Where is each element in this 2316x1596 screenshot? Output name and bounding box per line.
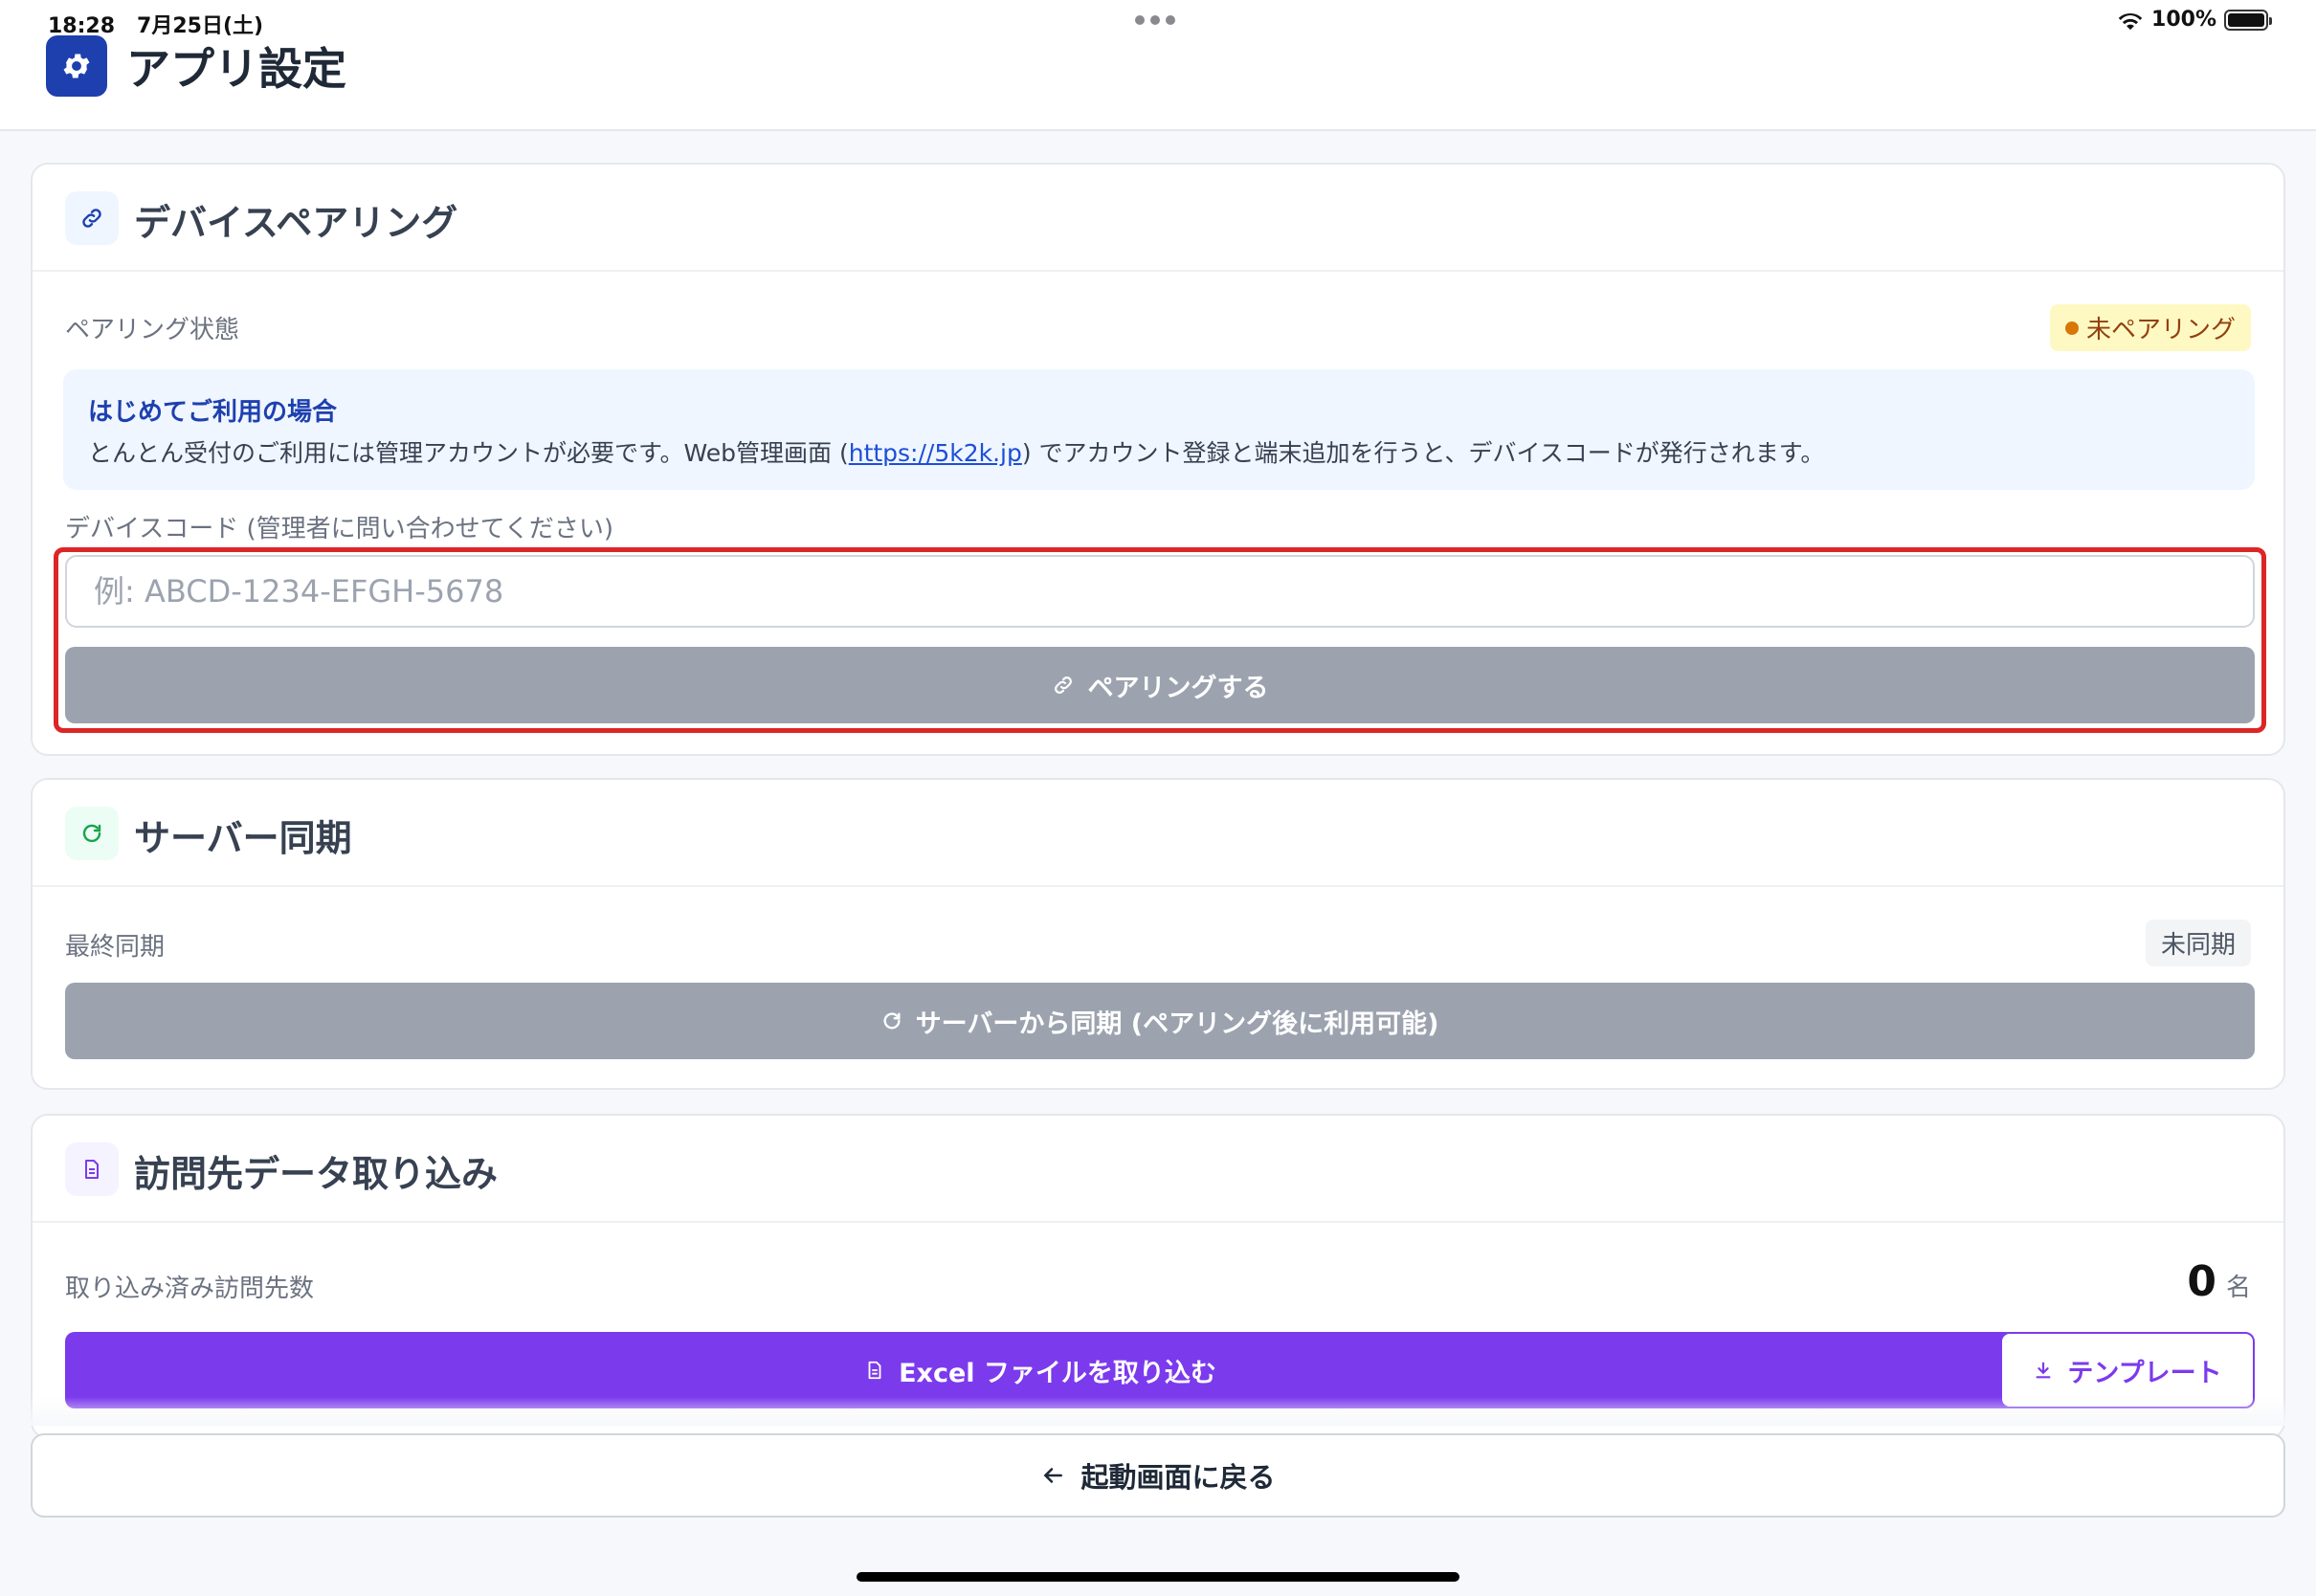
back-button-label: 起動画面に戻る bbox=[1080, 1461, 1276, 1494]
pair-button[interactable]: ペアリングする bbox=[65, 647, 2255, 723]
gear-icon bbox=[46, 35, 107, 97]
import-count-label: 取り込み済み訪問先数 bbox=[65, 1275, 315, 1303]
last-sync-label: 最終同期 bbox=[65, 933, 166, 962]
admin-site-link[interactable]: https://5k2k.jp bbox=[849, 439, 1022, 467]
device-code-label: デバイスコード (管理者に問い合わせてください) bbox=[65, 515, 613, 543]
device-pairing-card: デバイスペアリング ペアリング状態 未ペアリング はじめてご利用の場合 とんとん… bbox=[31, 163, 2285, 756]
download-icon bbox=[2036, 1362, 2051, 1379]
sync-section-title: サーバー同期 bbox=[134, 817, 352, 859]
first-time-info-box: はじめてご利用の場合 とんとん受付のご利用には管理アカウントが必要です。Web管… bbox=[63, 369, 2255, 490]
template-button-label: テンプレート bbox=[2067, 1358, 2222, 1388]
refresh-icon bbox=[883, 1012, 901, 1030]
import-count: 0 名 bbox=[2187, 1257, 2251, 1306]
battery-percent: 100% bbox=[2151, 8, 2216, 32]
refresh-icon bbox=[65, 807, 119, 860]
pair-button-label: ペアリングする bbox=[1087, 673, 1269, 703]
import-count-value: 0 bbox=[2187, 1257, 2216, 1306]
document-icon bbox=[65, 1142, 119, 1196]
last-sync-badge: 未同期 bbox=[2145, 920, 2251, 966]
wifi-icon bbox=[2118, 12, 2143, 30]
status-date: 7月25日(土) bbox=[137, 14, 264, 38]
info-title: はじめてご利用の場合 bbox=[88, 398, 338, 427]
arrow-left-icon bbox=[1044, 1468, 1063, 1483]
back-to-start-button[interactable]: 起動画面に戻る bbox=[31, 1433, 2285, 1518]
sync-button-label: サーバーから同期 (ペアリング後に利用可能) bbox=[915, 1009, 1439, 1039]
status-badge-text: 未ペアリング bbox=[2085, 316, 2236, 344]
sync-button[interactable]: サーバーから同期 (ペアリング後に利用可能) bbox=[65, 983, 2255, 1059]
battery-icon bbox=[2224, 9, 2272, 31]
status-badge: 未ペアリング bbox=[2049, 304, 2251, 351]
link-icon bbox=[1054, 676, 1072, 694]
import-count-unit: 名 bbox=[2225, 1274, 2251, 1302]
import-section-title: 訪問先データ取り込み bbox=[134, 1153, 499, 1195]
multitasking-dots-icon[interactable] bbox=[1135, 15, 1175, 25]
visitor-import-card: 訪問先データ取り込み 取り込み済み訪問先数 0 名 Excel ファイルを取り込… bbox=[31, 1114, 2285, 1439]
document-icon bbox=[868, 1361, 881, 1380]
excel-import-button-label: Excel ファイルを取り込む bbox=[899, 1358, 1216, 1388]
pairing-section-title: デバイスペアリング bbox=[134, 202, 458, 244]
home-indicator[interactable] bbox=[857, 1572, 1459, 1582]
device-code-input[interactable] bbox=[65, 555, 2255, 628]
link-icon bbox=[65, 191, 119, 245]
status-time: 18:28 bbox=[48, 14, 116, 38]
status-dot-icon bbox=[2064, 321, 2079, 335]
info-text-after: ) でアカウント登録と端末追加を行うと、デバイスコードが発行されます。 bbox=[1021, 439, 1825, 467]
pairing-status-label: ペアリング状態 bbox=[65, 316, 240, 344]
server-sync-card: サーバー同期 最終同期 未同期 サーバーから同期 (ペアリング後に利用可能) bbox=[31, 778, 2285, 1090]
scroll-fade bbox=[0, 1397, 2316, 1426]
info-text-before: とんとん受付のご利用には管理アカウントが必要です。Web管理画面 ( bbox=[88, 439, 849, 467]
last-sync-value: 未同期 bbox=[2160, 931, 2236, 960]
status-bar: 18:28 7月25日(土) 100% bbox=[0, 0, 2316, 44]
